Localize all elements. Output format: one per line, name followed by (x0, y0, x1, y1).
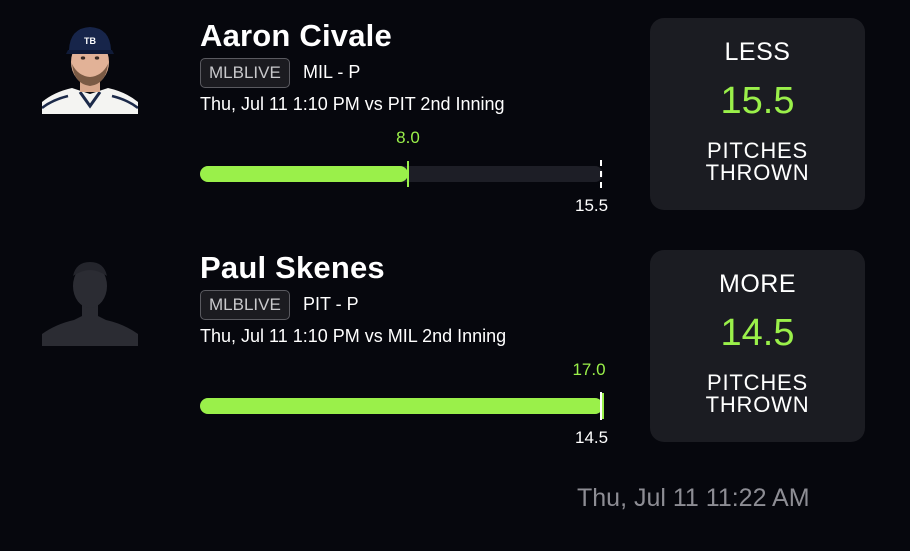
line-value-label: 15.5 (575, 196, 609, 215)
player-name: Aaron Civale (200, 18, 392, 53)
player-headshot-icon: TB (42, 22, 138, 114)
current-value-marker (602, 393, 604, 419)
pick-row-aaron-civale[interactable]: TB Aaron Civale MLBLIVE MIL - P Thu, Jul… (0, 0, 910, 215)
current-value-marker (407, 161, 409, 187)
pick-value: 15.5 (720, 80, 795, 122)
current-value-label: 8.0 (396, 128, 420, 147)
progress-fill (200, 398, 603, 414)
game-info: Thu, Jul 11 1:10 PM vs PIT 2nd Inning (200, 94, 505, 114)
team-position: MIL - P (303, 62, 361, 82)
svg-text:TB: TB (84, 36, 96, 46)
league-badge: MLBLIVE (200, 290, 290, 320)
player-name: Paul Skenes (200, 250, 385, 285)
pick-card-more[interactable]: MORE 14.5 PITCHES THROWN (650, 250, 865, 442)
pick-card-less[interactable]: LESS 15.5 PITCHES THROWN (650, 18, 865, 210)
pick-direction: MORE (719, 270, 796, 298)
pick-direction: LESS (724, 38, 791, 66)
stat-line-1: PITCHES (707, 138, 808, 163)
team-position: PIT - P (303, 294, 359, 314)
progress-fill (200, 166, 408, 182)
line-value-label: 14.5 (575, 428, 609, 447)
stat-line-1: PITCHES (707, 370, 808, 395)
league-badge: MLBLIVE (200, 58, 290, 88)
progress-track (200, 393, 604, 419)
player-silhouette-icon (42, 254, 138, 346)
stat-line-2: THROWN (705, 392, 810, 417)
pick-stat-type: PITCHES THROWN (650, 140, 865, 184)
pick-value: 14.5 (720, 312, 795, 354)
pick-stat-type: PITCHES THROWN (650, 372, 865, 416)
line-marker (600, 160, 602, 188)
line-marker (600, 392, 602, 420)
progress-track (200, 161, 603, 187)
current-value-label: 17.0 (572, 360, 606, 379)
updated-timestamp: Thu, Jul 11 11:22 AM (577, 484, 810, 512)
pick-row-paul-skenes[interactable]: Paul Skenes MLBLIVE PIT - P Thu, Jul 11 … (0, 232, 910, 447)
stat-line-2: THROWN (705, 160, 810, 185)
game-info: Thu, Jul 11 1:10 PM vs MIL 2nd Inning (200, 326, 507, 346)
